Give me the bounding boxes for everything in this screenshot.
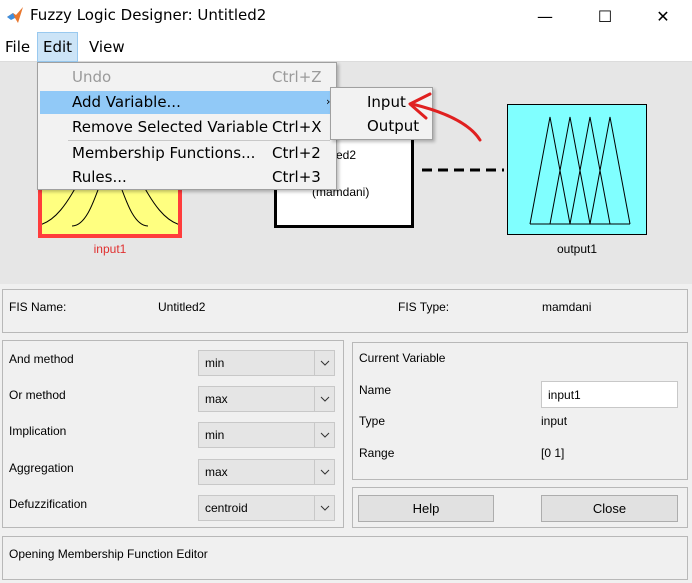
menu-item-add-variable[interactable]: Add Variable... › — [40, 91, 334, 114]
fis-name-label: FIS Name: — [9, 300, 67, 314]
menu-item-shortcut: Ctrl+2 — [272, 144, 321, 162]
menu-item-label: Rules... — [72, 168, 127, 186]
select-value: max — [205, 465, 228, 479]
menu-item-label: Add Variable... — [72, 93, 181, 111]
edit-dropdown-menu: Undo Ctrl+Z Add Variable... › Remove Sel… — [37, 62, 337, 190]
minimize-button[interactable]: — — [522, 0, 568, 32]
menu-item-label: Membership Functions... — [72, 144, 256, 162]
chevron-down-icon — [314, 351, 334, 375]
fis-type-label: FIS Type: — [398, 300, 450, 314]
select-value: max — [205, 392, 228, 406]
fis-type-value: mamdani — [542, 300, 592, 314]
implication-label: Implication — [9, 424, 67, 438]
or-method-select[interactable]: max — [198, 386, 335, 412]
output-variable-label: output1 — [556, 242, 598, 256]
defuzzification-select[interactable]: centroid — [198, 495, 335, 521]
variable-name-label: Name — [359, 383, 392, 397]
chevron-down-icon — [314, 423, 334, 447]
variable-type-label: Type — [359, 414, 386, 428]
menu-item-undo[interactable]: Undo Ctrl+Z — [40, 66, 334, 89]
annotation-arrow-icon — [408, 92, 482, 142]
matlab-app-icon — [7, 7, 23, 23]
output-connector-line — [422, 168, 504, 172]
window-title: Fuzzy Logic Designer: Untitled2 — [30, 6, 267, 24]
menu-item-shortcut: Ctrl+Z — [272, 68, 322, 86]
variable-type-value: input — [541, 414, 568, 428]
menu-file[interactable]: File — [0, 32, 35, 62]
chevron-down-icon — [314, 460, 334, 484]
menu-separator — [68, 140, 330, 141]
and-method-label: And method — [9, 352, 74, 366]
defuzzification-label: Defuzzification — [9, 497, 88, 511]
variable-range-label: Range — [359, 446, 395, 460]
close-button[interactable]: Close — [541, 495, 678, 522]
output-variable-block[interactable] — [507, 104, 647, 235]
select-value: min — [205, 356, 225, 370]
and-method-select[interactable]: min — [198, 350, 335, 376]
aggregation-select[interactable]: max — [198, 459, 335, 485]
variable-name-input[interactable] — [541, 381, 678, 408]
chevron-down-icon — [314, 496, 334, 520]
output-membership-triangles — [529, 116, 631, 225]
menu-item-shortcut: Ctrl+3 — [272, 168, 321, 186]
current-variable-title: Current Variable — [359, 351, 446, 365]
input-variable-label: input1 — [93, 242, 127, 256]
select-value: min — [205, 428, 225, 442]
menu-item-label: Remove Selected Variable — [72, 118, 269, 136]
status-message: Opening Membership Function Editor — [9, 547, 208, 561]
menu-item-rules[interactable]: Rules... Ctrl+3 — [40, 166, 334, 189]
aggregation-label: Aggregation — [9, 461, 74, 475]
menu-item-remove-variable[interactable]: Remove Selected Variable Ctrl+X — [40, 116, 334, 139]
maximize-button[interactable]: ☐ — [582, 0, 628, 32]
menu-view[interactable]: View — [84, 32, 130, 62]
help-button[interactable]: Help — [358, 495, 494, 522]
menu-bar: File Edit View — [0, 32, 692, 62]
or-method-label: Or method — [9, 388, 66, 402]
select-value: centroid — [205, 501, 248, 515]
menu-item-membership-functions[interactable]: Membership Functions... Ctrl+2 — [40, 142, 334, 165]
chevron-down-icon — [314, 387, 334, 411]
implication-select[interactable]: min — [198, 422, 335, 448]
menu-edit[interactable]: Edit — [37, 32, 79, 62]
variable-range-value: [0 1] — [541, 446, 565, 460]
menu-item-label: Undo — [72, 68, 112, 86]
fis-name-value: Untitled2 — [158, 300, 206, 314]
close-window-button[interactable]: ✕ — [640, 0, 686, 32]
menu-item-shortcut: Ctrl+X — [272, 118, 322, 136]
